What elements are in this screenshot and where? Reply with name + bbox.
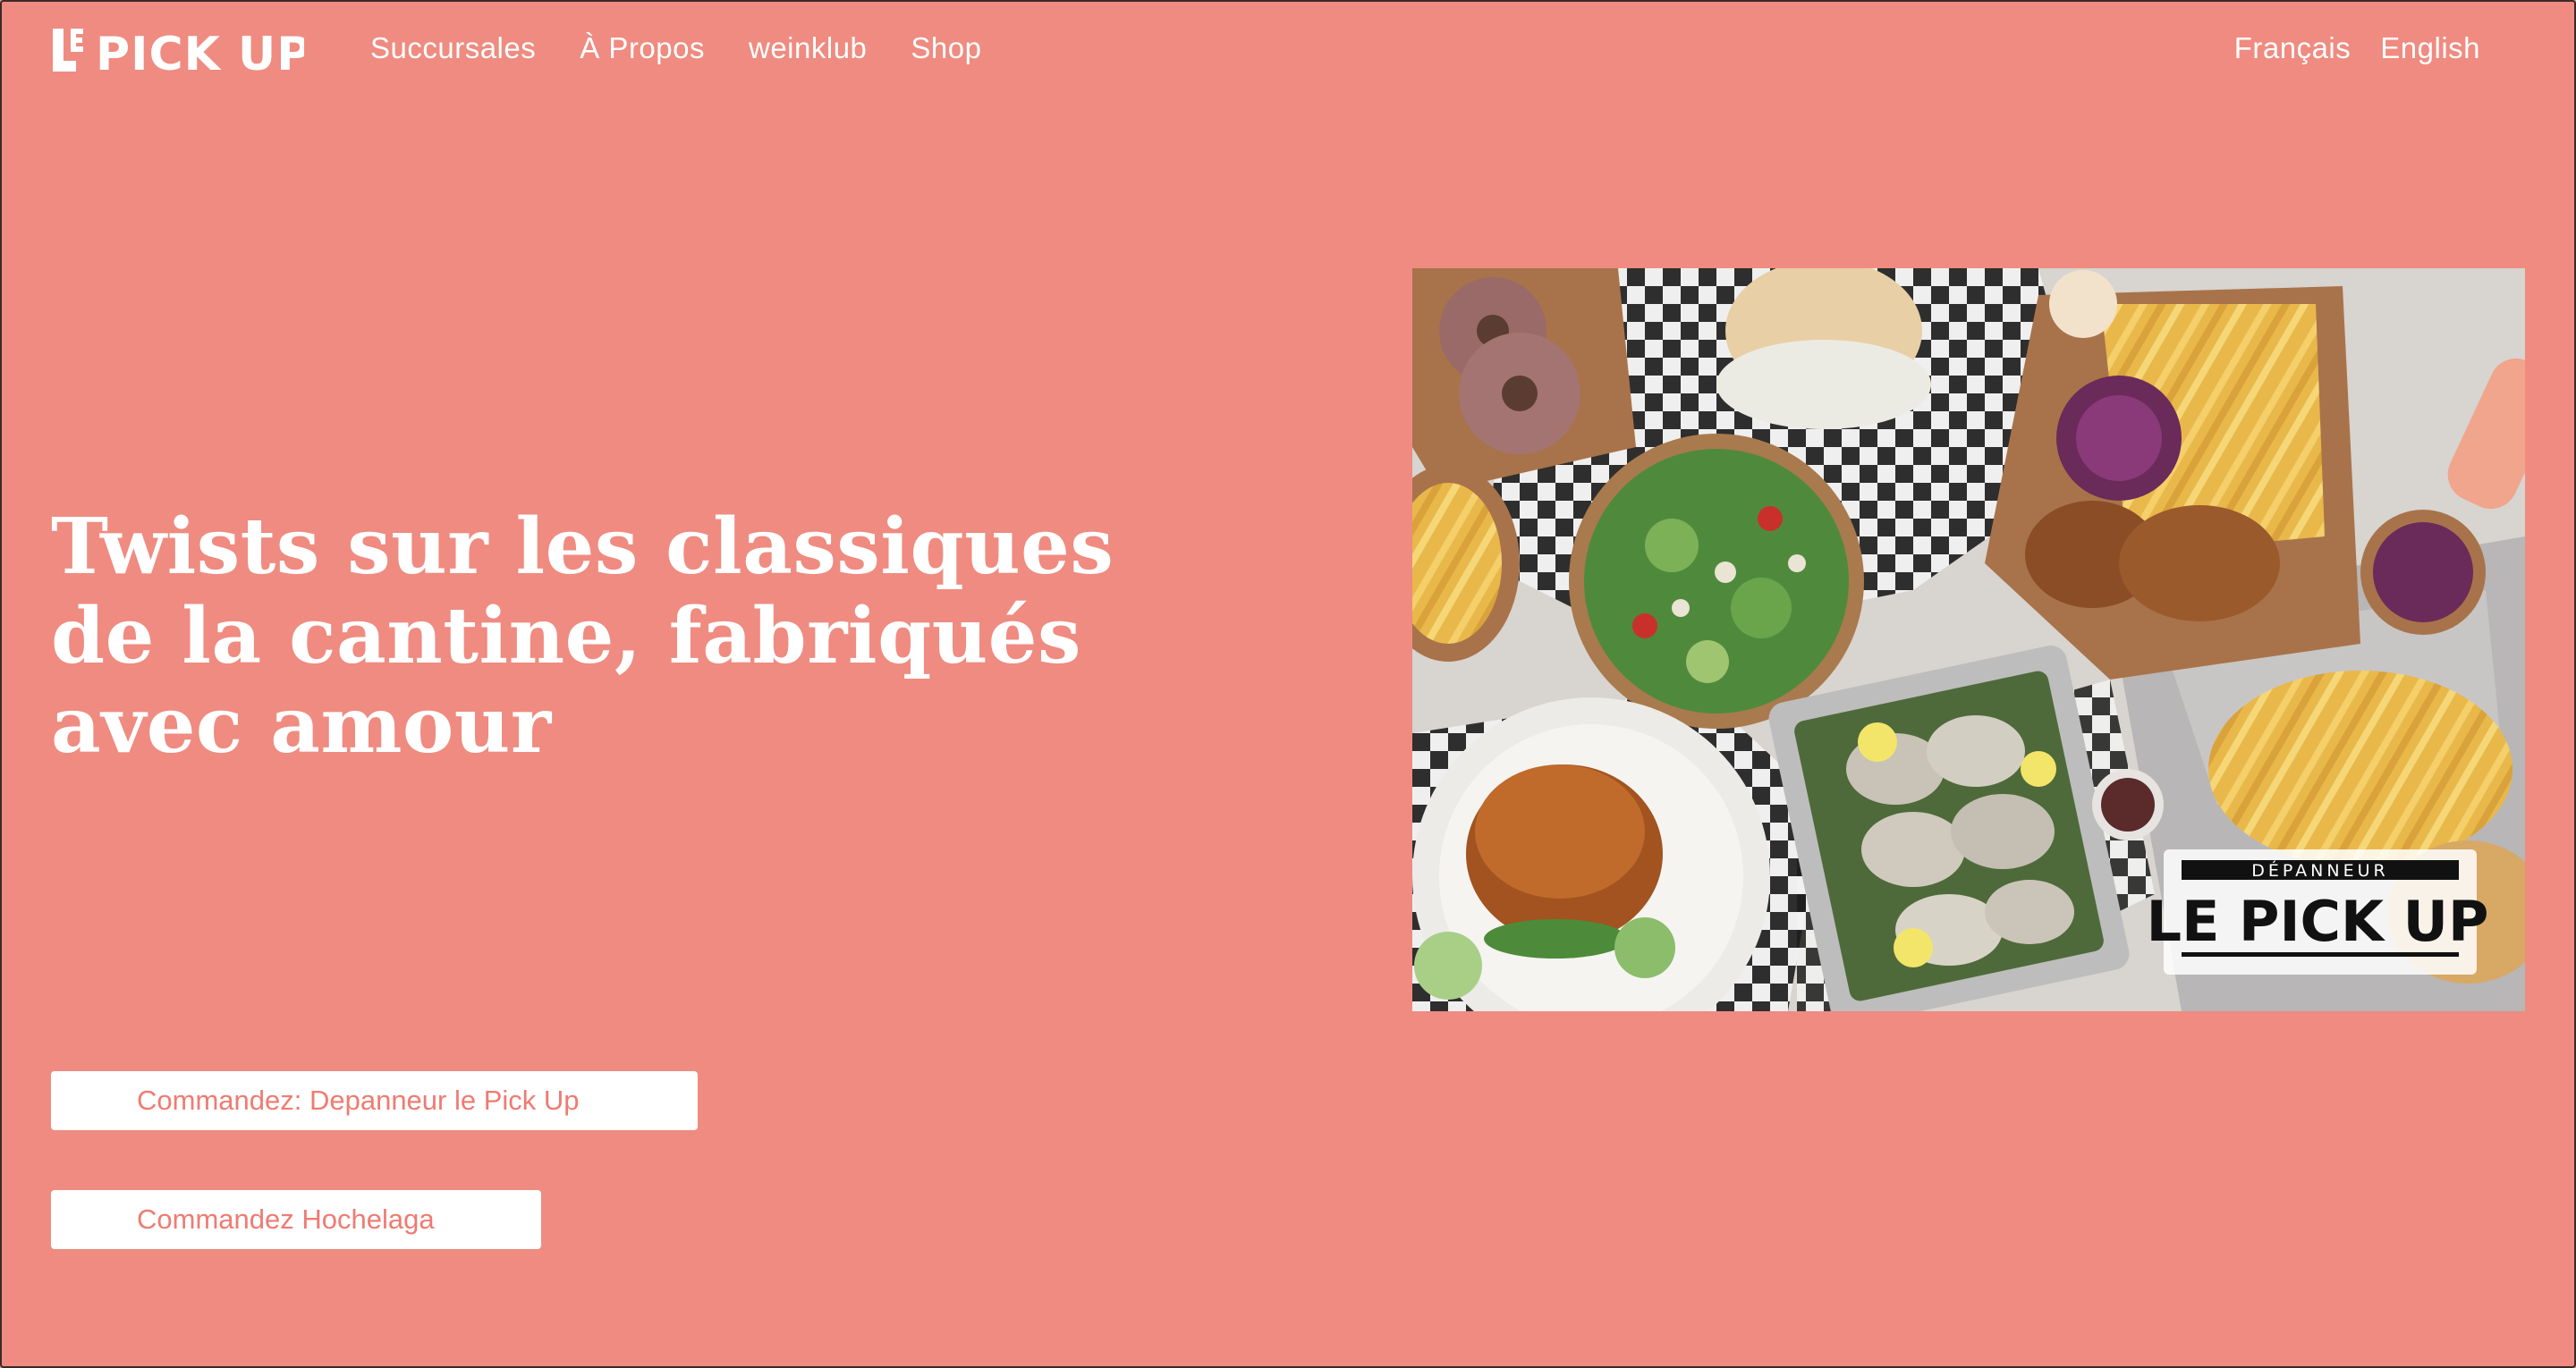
lang-english[interactable]: English	[2380, 31, 2480, 65]
food-photo: DÉPANNEUR LE PICK UP	[1412, 268, 2525, 1011]
order-pickup-button[interactable]: Commandez: Depanneur le Pick Up	[51, 1071, 698, 1130]
nav-item-weinklub[interactable]: weinklub	[749, 31, 867, 65]
site-logo[interactable]: PICK UP	[51, 27, 304, 73]
logo-mark: PICK UP	[53, 28, 304, 73]
order-hochelaga-button[interactable]: Commandez Hochelaga	[51, 1190, 541, 1249]
sign-main-text: LE PICK UP	[2147, 889, 2489, 954]
nav-item-shop[interactable]: Shop	[911, 31, 981, 65]
nav-item-succursales[interactable]: Succursales	[370, 31, 536, 65]
hero-title: Twists sur les classiques de la cantine,…	[51, 502, 1114, 771]
main-nav: Succursales À Propos weinklub Shop	[370, 29, 1026, 68]
language-switcher: Français English	[2205, 29, 2480, 68]
svg-text:PICK UP: PICK UP	[96, 28, 304, 73]
lang-francais[interactable]: Français	[2234, 31, 2351, 65]
sign-top-text: DÉPANNEUR	[2251, 860, 2388, 881]
nav-item-a-propos[interactable]: À Propos	[580, 31, 705, 65]
hero-food-image: DÉPANNEUR LE PICK UP	[1412, 268, 2525, 1011]
